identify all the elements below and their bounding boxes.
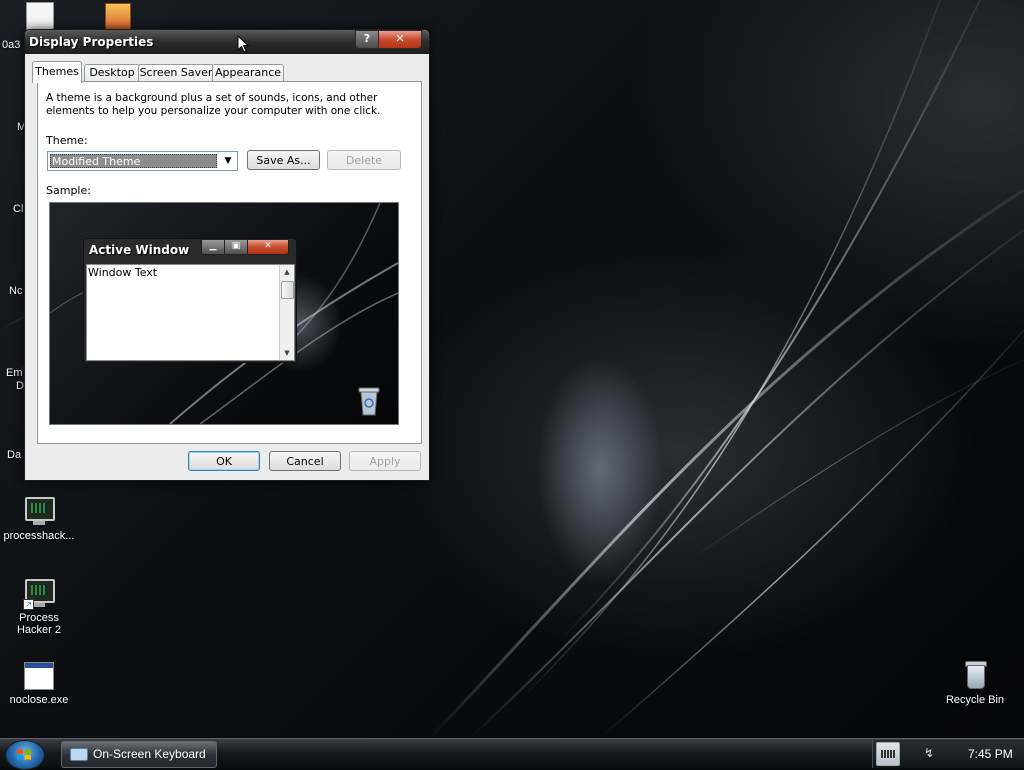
monitor-icon (23, 495, 55, 527)
sample-scrollbar: ▲ ▼ (279, 265, 294, 360)
desktop-icon-noclose[interactable]: noclose.exe (0, 659, 81, 706)
help-button[interactable]: ? (355, 30, 379, 49)
monitor-icon: ↗ (23, 577, 55, 610)
cut-icon-label: D (16, 380, 24, 392)
display-properties-dialog[interactable]: Display Properties ? ✕ Themes Desktop Sc… (24, 29, 430, 481)
minimize-icon: ▁ (201, 239, 225, 255)
desktop-icon-process-hacker-2[interactable]: ↗ Process Hacker 2 (0, 577, 81, 636)
save-as-button[interactable]: Save As... (247, 150, 320, 170)
sample-label: Sample: (46, 184, 91, 197)
tab-themes[interactable]: Themes (32, 61, 82, 83)
app-icon (26, 2, 54, 30)
theme-label: Theme: (46, 134, 88, 147)
close-button[interactable]: ✕ (378, 30, 422, 49)
desktop-icon-label: Process Hacker 2 (16, 612, 62, 636)
windows-logo-icon (17, 749, 31, 760)
desktop-icon-processhacker[interactable]: processhack... (0, 495, 81, 542)
sample-window-text: Window Text (88, 266, 158, 279)
theme-dropdown-value: Modified Theme (50, 154, 217, 168)
ok-button[interactable]: OK (188, 451, 260, 471)
taskbar: On-Screen Keyboard ↯ 7:45 PM (0, 738, 1024, 770)
keyboard-icon (70, 748, 88, 761)
system-tray: ↯ 7:45 PM (872, 740, 1024, 768)
scroll-down-icon: ▼ (284, 349, 290, 357)
theme-description: A theme is a background plus a set of so… (46, 92, 381, 117)
recycle-bin-icon (358, 387, 380, 416)
close-icon: ✕ (247, 239, 289, 255)
tab-appearance[interactable]: Appearance (212, 64, 284, 82)
tab-desktop[interactable]: Desktop (84, 64, 140, 82)
cut-icon-label: Em (6, 367, 23, 379)
desktop-icon-top[interactable] (0, 2, 80, 30)
apply-button[interactable]: Apply (349, 451, 421, 471)
scroll-up-icon: ▲ (284, 268, 290, 276)
dialog-title: Display Properties (29, 35, 154, 49)
clock[interactable]: 7:45 PM (968, 747, 1013, 761)
themes-tab-panel: A theme is a background plus a set of so… (37, 81, 422, 444)
sample-active-window: Active Window ▁ ▣ ✕ Window Text ▲ ▼ (83, 238, 297, 363)
tray-keyboard-icon[interactable] (876, 742, 900, 766)
theme-dropdown[interactable]: Modified Theme ▼ (47, 151, 238, 171)
recycle-bin-icon (959, 659, 991, 691)
desktop-icon-label: Recycle Bin (945, 694, 1005, 706)
cut-icon-label: 0a3 (2, 39, 21, 51)
shortcut-arrow-icon: ↗ (23, 599, 34, 610)
desktop-icon-label: noclose.exe (9, 694, 69, 706)
scroll-thumb (281, 281, 294, 299)
desktop-icon-recycle-bin[interactable]: Recycle Bin (933, 659, 1017, 706)
cut-icon-label: Da (7, 449, 22, 461)
delete-button[interactable]: Delete (327, 150, 401, 170)
sample-window-client: Window Text ▲ ▼ (86, 264, 295, 361)
maximize-icon: ▣ (224, 239, 248, 255)
taskbar-item-label: On-Screen Keyboard (93, 747, 206, 761)
theme-sample-preview: Active Window ▁ ▣ ✕ Window Text ▲ ▼ (49, 202, 399, 425)
package-icon[interactable] (105, 3, 131, 31)
dropdown-arrow-icon[interactable]: ▼ (221, 154, 235, 168)
cancel-button[interactable]: Cancel (269, 451, 341, 471)
taskbar-item-on-screen-keyboard[interactable]: On-Screen Keyboard (61, 741, 217, 768)
network-icon[interactable]: ↯ (924, 746, 934, 760)
tab-screen-saver[interactable]: Screen Saver (138, 64, 214, 82)
dialog-titlebar[interactable]: Display Properties ? ✕ (25, 30, 429, 54)
mouse-cursor-icon (237, 35, 249, 53)
desktop-icon-label: processhack... (3, 530, 75, 542)
sample-window-title: Active Window (89, 243, 190, 257)
start-button[interactable] (5, 740, 45, 770)
application-window-icon (23, 659, 55, 691)
cut-icon-label: Cl (13, 203, 24, 215)
cut-icon-label: Nc (9, 285, 23, 297)
